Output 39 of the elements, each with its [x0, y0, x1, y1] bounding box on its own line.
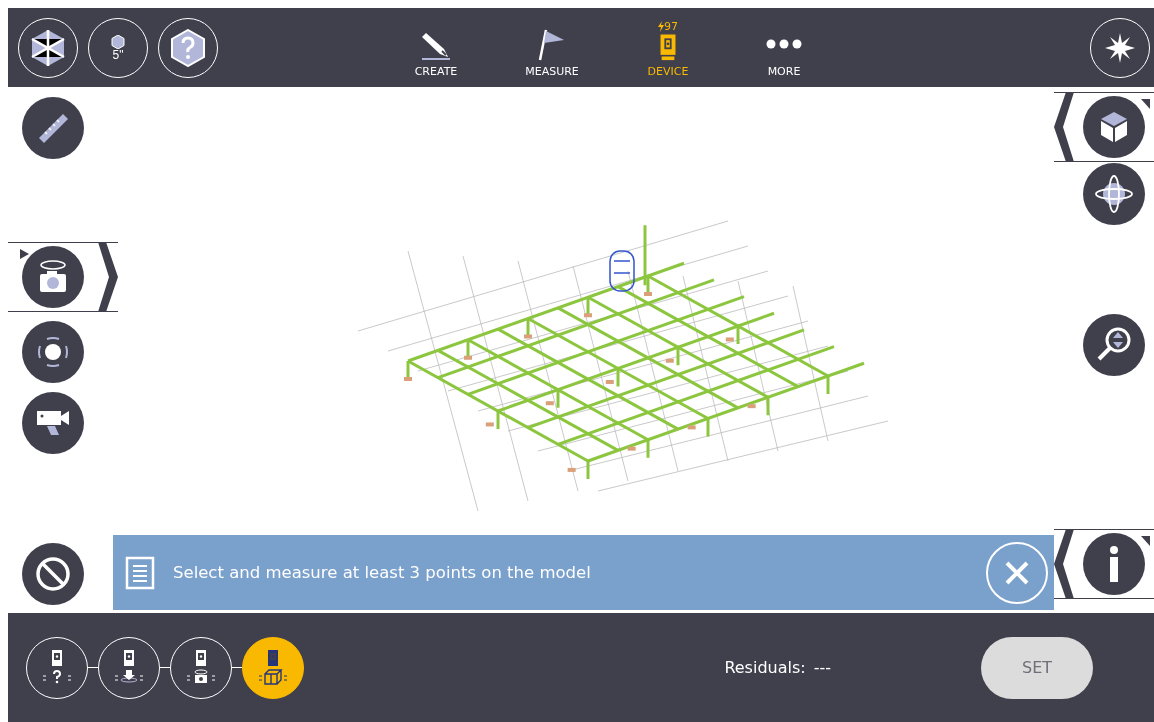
nav-tab[interactable]: MORE — [726, 8, 842, 87]
info-tab-panel[interactable] — [1054, 529, 1154, 599]
nav-tab[interactable]: 97 DEVICE — [610, 8, 726, 87]
nav-tab[interactable]: MEASURE — [494, 8, 610, 87]
info-button[interactable] — [1083, 533, 1145, 595]
view-cube-button[interactable] — [1083, 96, 1145, 158]
total-station-icon — [658, 32, 678, 61]
battery-level: 97 — [664, 21, 678, 32]
document-icon — [125, 555, 155, 590]
residuals-label: Residuals: — [724, 658, 806, 677]
nav-tab[interactable]: CREATE — [378, 8, 494, 87]
close-icon — [1004, 559, 1030, 586]
scale-label: 5" — [112, 48, 124, 61]
rotating-camera-icon — [38, 260, 68, 294]
expand-triangle-icon — [20, 249, 29, 259]
close-button[interactable] — [986, 541, 1048, 604]
orbit-camera-button[interactable] — [22, 246, 84, 308]
video-camera-icon — [35, 408, 71, 438]
hexagon-cube-icon — [31, 28, 65, 67]
pan-target-icon — [36, 335, 70, 369]
chevron-tab-icon — [1054, 92, 1074, 162]
charging-icon — [658, 21, 664, 32]
help-cube-icon — [171, 28, 205, 67]
camera-tab-panel[interactable] — [8, 242, 118, 312]
instruction-text: Select and measure at least 3 points on the model — [173, 563, 592, 582]
info-icon — [1108, 546, 1120, 582]
residuals-value: --- — [813, 658, 831, 677]
laser-icon — [1105, 32, 1135, 63]
orbit-globe-icon — [1094, 174, 1134, 214]
chevron-tab-icon — [1054, 529, 1074, 599]
more-dots-icon — [766, 39, 802, 49]
cube-icon — [1100, 111, 1128, 143]
scale-button[interactable]: 5" — [88, 17, 148, 78]
expand-triangle-icon — [1141, 99, 1150, 109]
expand-triangle-icon — [1141, 536, 1150, 546]
prohibited-icon — [35, 556, 71, 592]
scale-marker-icon — [111, 34, 125, 49]
chevron-tab-icon — [98, 242, 118, 312]
view-tab-panel[interactable] — [1054, 92, 1154, 162]
